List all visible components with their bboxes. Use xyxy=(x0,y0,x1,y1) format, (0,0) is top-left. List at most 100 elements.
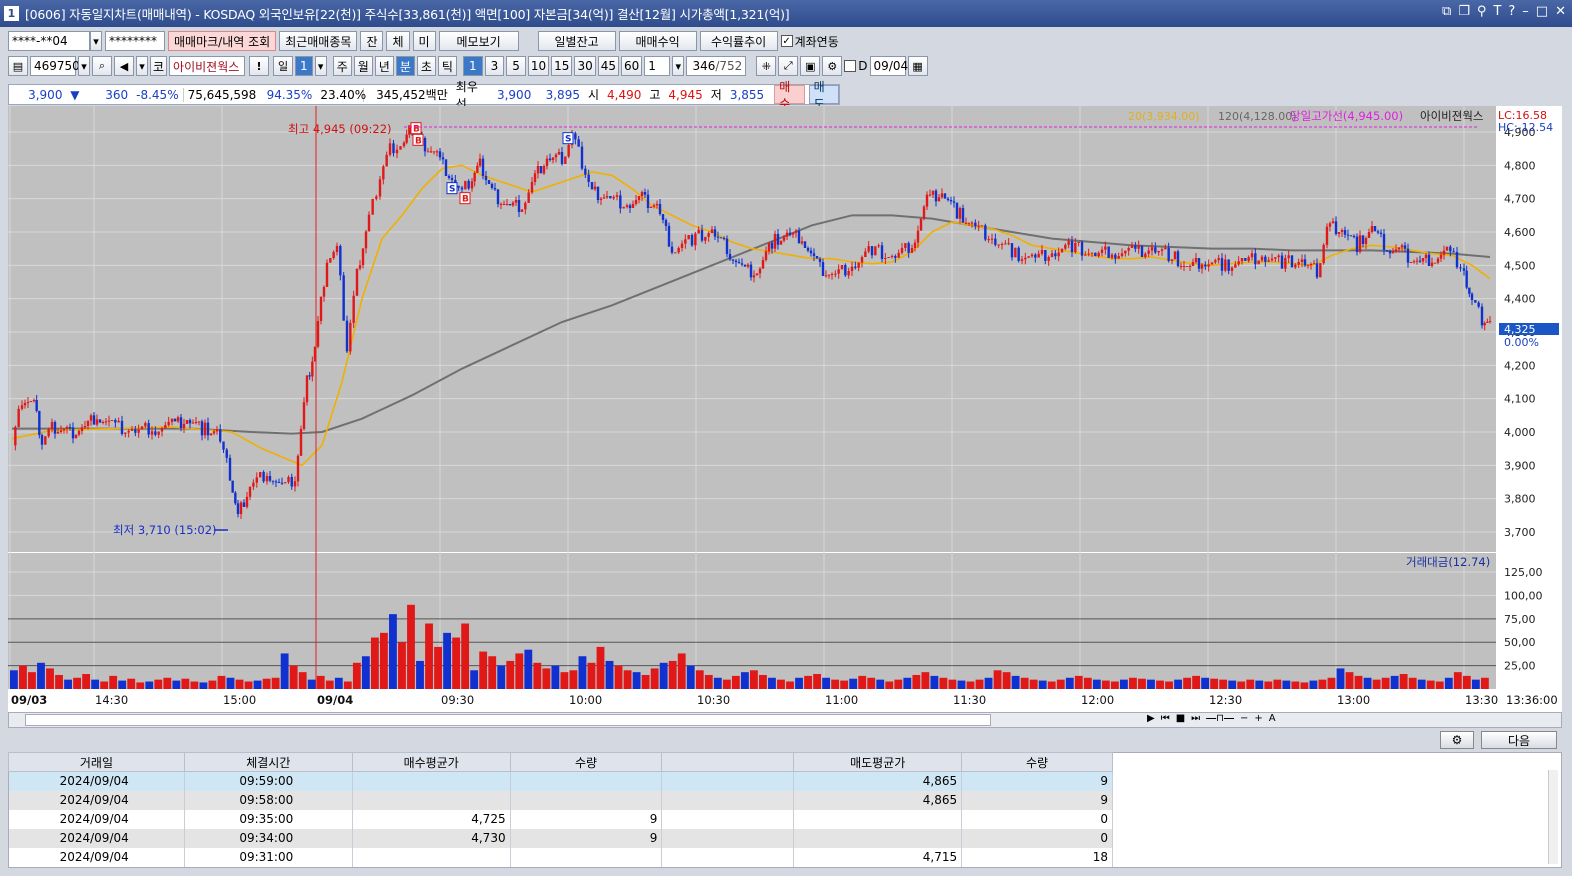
candle-body xyxy=(1290,255,1294,268)
col-trade-date[interactable]: 거래일 xyxy=(8,752,185,772)
market-kosdaq-button[interactable]: 코 xyxy=(150,56,168,76)
candle-body xyxy=(1488,321,1492,322)
stock-code-input[interactable]: 469750 xyxy=(30,56,80,76)
zoom-out-icon[interactable]: − xyxy=(1240,713,1248,724)
col-buy-avg[interactable]: 매수평균가 xyxy=(351,752,511,772)
copy-icon[interactable]: ❐ xyxy=(1458,4,1470,19)
password-field[interactable]: ******** xyxy=(105,31,165,51)
rewind-icon[interactable]: ⏮ xyxy=(1161,713,1170,724)
chart-scrollbar[interactable]: ▶ ⏮ ■ ⏭ ⎯⎯⊓⎯⎯ − + A xyxy=(8,712,1562,728)
buy-button[interactable]: 매수 xyxy=(774,80,805,111)
period-count-select[interactable]: 1 xyxy=(295,56,313,76)
play-icon[interactable]: ▶ xyxy=(1147,713,1155,724)
minute-15-button[interactable]: 15 xyxy=(551,56,573,76)
trade-profit-button[interactable]: 매매수익 xyxy=(618,31,697,51)
balance-tab[interactable]: 잔 xyxy=(360,31,384,51)
crosshair-icon[interactable]: ⁜ xyxy=(756,56,777,76)
candle-body xyxy=(1328,223,1332,227)
table-scrollbar[interactable] xyxy=(1548,770,1558,864)
candle-body xyxy=(1409,262,1413,263)
period-month-button[interactable]: 월 xyxy=(353,56,373,76)
minute-30-button[interactable]: 30 xyxy=(574,56,596,76)
period-day-button[interactable]: 일 xyxy=(273,56,294,76)
candle-body xyxy=(1294,264,1297,268)
minute-45-button[interactable]: 45 xyxy=(597,56,620,76)
candle-body xyxy=(791,232,795,235)
settings-icon[interactable]: ⚙ xyxy=(1440,731,1474,749)
table-row[interactable]: 2024/09/04 09:34:00 4,730 9 0 xyxy=(8,828,1113,848)
scroll-thumb[interactable] xyxy=(25,714,991,726)
window-title: [0606] 자동일지차트(매매내역) - KOSDAQ 외국인보유[22(천)… xyxy=(25,7,790,22)
account-link-checkbox[interactable]: ✓ 계좌연동 xyxy=(780,31,839,51)
period-year-button[interactable]: 년 xyxy=(374,56,394,76)
candle-body xyxy=(342,275,345,321)
sell-button[interactable]: 매도 xyxy=(808,80,839,111)
table-row[interactable]: 2024/09/04 09:58:00 4,865 9 xyxy=(8,790,1113,810)
unfilled-tab[interactable]: 미 xyxy=(412,31,436,51)
stop-icon[interactable]: ■ xyxy=(1176,713,1185,724)
minute-dropdown-icon[interactable]: ▾ xyxy=(672,56,685,76)
speaker-dropdown-icon[interactable]: ▾ xyxy=(136,56,148,76)
col-sell-qty[interactable]: 수량 xyxy=(961,752,1113,772)
indicator-icon[interactable]: ⤢ xyxy=(778,56,799,76)
volume-bar xyxy=(1065,677,1074,689)
candle-body xyxy=(1204,264,1207,267)
minute-10-button[interactable]: 10 xyxy=(527,56,550,76)
col-exec-time[interactable]: 체결시간 xyxy=(183,752,353,772)
close-icon[interactable]: ✕ xyxy=(1555,4,1566,19)
calendar-icon[interactable]: ▦ xyxy=(907,56,928,76)
table-row[interactable]: 2024/09/04 09:59:00 4,865 9 xyxy=(8,771,1113,791)
font-icon[interactable]: T xyxy=(1493,4,1501,19)
date-input[interactable]: 09/04 xyxy=(869,56,908,76)
chevron-down-icon[interactable]: ▾ xyxy=(90,31,102,51)
date-checkbox[interactable] xyxy=(844,60,857,72)
stock-list-icon[interactable]: ▤ xyxy=(8,56,28,76)
executed-tab[interactable]: 체 xyxy=(386,31,410,51)
minimize-icon[interactable]: – xyxy=(1522,4,1529,19)
mark-query-button[interactable]: 매매마크/내역 조회 xyxy=(168,31,277,51)
col-buy-qty[interactable]: 수량 xyxy=(509,752,663,772)
minute-3-button[interactable]: 3 xyxy=(484,56,505,76)
daily-balance-button[interactable]: 일별잔고 xyxy=(537,31,616,51)
table-row[interactable]: 2024/09/04 09:35:00 4,725 9 0 xyxy=(8,809,1113,829)
period-dropdown-icon[interactable]: ▾ xyxy=(314,56,327,76)
period-tick-button[interactable]: 틱 xyxy=(437,56,457,76)
candle-body xyxy=(1240,258,1244,262)
gear-icon[interactable]: ⚙ xyxy=(822,56,843,76)
table-cell xyxy=(510,771,663,791)
search-icon[interactable]: ⌕ xyxy=(92,56,112,76)
table-row[interactable]: 2024/09/04 09:31:00 4,715 18 xyxy=(8,847,1113,867)
account-select[interactable]: ****-**04 xyxy=(8,31,90,51)
speaker-icon[interactable]: ◀ xyxy=(114,56,134,76)
count-field[interactable]: 346/752 xyxy=(686,56,747,76)
code-dropdown-icon[interactable]: ▾ xyxy=(78,56,90,76)
minute-60-button[interactable]: 60 xyxy=(621,56,643,76)
price-chart[interactable]: BBSBS 4,9004,8004,7004,6004,5004,4004,30… xyxy=(8,106,1562,712)
help-icon[interactable]: ? xyxy=(1508,4,1515,19)
yield-trend-button[interactable]: 수익률추이 xyxy=(699,31,778,51)
maximize-icon[interactable]: □ xyxy=(1536,4,1548,19)
memo-button[interactable]: 메모보기 xyxy=(438,31,519,51)
text-tool-icon[interactable]: A xyxy=(1269,713,1276,724)
minute-select[interactable]: 1 xyxy=(644,56,671,76)
warning-icon[interactable]: ! xyxy=(249,56,270,76)
next-button[interactable]: 다음 xyxy=(1481,731,1557,749)
link-icon[interactable]: ⧉ xyxy=(1442,4,1451,19)
pin-icon[interactable]: ⚲ xyxy=(1477,4,1487,19)
window-number-icon[interactable]: 1 xyxy=(4,6,19,21)
save-icon[interactable]: ▣ xyxy=(800,56,821,76)
volume-bar xyxy=(795,677,803,689)
minute-5-button[interactable]: 5 xyxy=(506,56,526,76)
period-minute-button[interactable]: 분 xyxy=(395,56,415,76)
minute-1-button[interactable]: 1 xyxy=(462,56,483,76)
period-second-button[interactable]: 초 xyxy=(416,56,436,76)
col-sell-avg[interactable]: 매도평균가 xyxy=(793,752,963,772)
fast-forward-icon[interactable]: ⏭ xyxy=(1191,713,1200,724)
recent-trades-button[interactable]: 최근매매종목 xyxy=(279,31,358,51)
chart-canvas[interactable]: BBSBS 4,9004,8004,7004,6004,5004,4004,30… xyxy=(8,106,1562,712)
check-icon[interactable]: ✓ xyxy=(780,35,793,47)
low-price: 3,855 xyxy=(729,87,765,102)
period-week-button[interactable]: 주 xyxy=(332,56,352,76)
zoom-in-icon[interactable]: + xyxy=(1254,713,1262,724)
zoom-slider-icon[interactable]: ⎯⎯⊓⎯⎯ xyxy=(1206,713,1234,724)
